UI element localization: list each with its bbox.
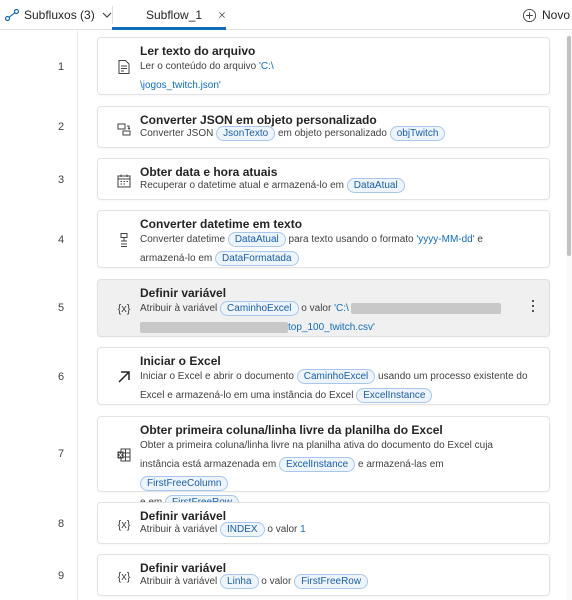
desc-text: armazená-lo em — [140, 253, 216, 264]
more-vertical-icon[interactable] — [527, 298, 539, 314]
action-description: Atribuir à variável CaminhoExcel o valor… — [140, 299, 530, 337]
action-card-convert-json[interactable]: Converter JSON em objeto personalizado C… — [97, 106, 550, 148]
variable-pill[interactable]: ExcelInstance — [278, 457, 356, 472]
desc-text: Converter datetime — [140, 234, 228, 245]
action-description: Atribuir à variável Linha o valor FirstF… — [140, 572, 530, 591]
datetime-text-icon — [120, 233, 128, 247]
desc-text: Excel e armazená-lo em uma instância do … — [140, 390, 357, 401]
desc-text: Atribuir à variável — [140, 576, 221, 587]
step-number: 8 — [57, 518, 65, 530]
variable-pill[interactable]: DataFormatada — [215, 251, 299, 266]
step-number: 7 — [57, 448, 65, 460]
top-bar: Subfluxos (3) Subflow_1 Novo — [0, 0, 572, 30]
file-path-literal: \jogos_twitch.json' — [140, 80, 221, 91]
subflow-icon — [4, 8, 20, 22]
close-icon[interactable] — [218, 9, 226, 21]
calendar-icon — [117, 174, 131, 188]
step-number: 6 — [57, 371, 65, 383]
variable-pill[interactable]: CaminhoExcel — [296, 369, 376, 384]
desc-text: e — [474, 234, 483, 245]
scrollbar-thumb[interactable] — [567, 36, 571, 256]
file-path-literal: 'C:\ — [258, 61, 274, 72]
action-card-read-file[interactable]: Ler texto do arquivo Ler o conteúdo do a… — [97, 37, 550, 95]
subflows-label: Subfluxos (3) — [24, 8, 95, 22]
action-title: Iniciar o Excel — [140, 354, 221, 368]
action-card-first-free-cell[interactable]: Obter primeira coluna/linha livre da pla… — [97, 416, 550, 510]
desc-text: em objeto personalizado — [275, 128, 390, 139]
action-card-set-variable-index[interactable]: {x} Definir variável Atribuir à variável… — [97, 502, 550, 544]
step-number: 3 — [57, 174, 65, 186]
tab-subflow-1[interactable]: Subflow_1 — [128, 0, 226, 30]
step-number: 4 — [57, 234, 65, 246]
variable-pill[interactable]: DataAtual — [346, 178, 405, 193]
desc-text: Obter a primeira coluna/linha livre na p… — [140, 440, 493, 451]
variable-pill[interactable]: Linha — [220, 574, 259, 589]
action-card-set-variable-selected[interactable]: {x} Definir variável Atribuir à variável… — [97, 279, 550, 337]
action-card-launch-excel[interactable]: Iniciar o Excel Iniciar o Excel e abrir … — [97, 347, 550, 405]
redacted-path — [350, 302, 501, 314]
redacted-path — [140, 321, 288, 333]
desc-text: Ler o conteúdo do arquivo — [140, 61, 259, 72]
desc-text: Iniciar o Excel e abrir o documento — [140, 371, 297, 382]
action-title: Converter datetime em texto — [140, 217, 303, 231]
action-description: Atribuir à variável INDEX o valor 1 — [140, 520, 530, 539]
action-description: Obter a primeira coluna/linha livre na p… — [140, 436, 530, 512]
action-title: Definir variável — [140, 286, 227, 300]
file-read-icon — [118, 60, 130, 74]
desc-text: o valor — [264, 524, 301, 535]
desc-text: Atribuir à variável — [140, 524, 221, 535]
action-description: Iniciar o Excel e abrir o documento Cami… — [140, 367, 530, 405]
action-description: Converter datetime DataAtual para texto … — [140, 230, 530, 268]
action-title: Obter primeira coluna/linha livre da pla… — [140, 423, 443, 437]
variable-icon: {x} — [117, 571, 131, 583]
chevron-down-icon — [102, 12, 112, 18]
variable-pill[interactable]: JsonTexto — [216, 126, 276, 141]
variable-icon: {x} — [117, 303, 131, 315]
step-number: 1 — [57, 61, 65, 73]
variable-pill[interactable]: INDEX — [220, 522, 265, 537]
step-number: 5 — [57, 302, 65, 314]
action-card-get-datetime[interactable]: Obter data e hora atuais Recuperar o dat… — [97, 158, 550, 200]
desc-text: Atribuir à variável — [140, 303, 221, 314]
convert-icon — [117, 123, 131, 136]
action-description: Recuperar o datetime atual e armazená-lo… — [140, 176, 530, 195]
file-path-literal: top_100_twitch.csv' — [288, 322, 375, 333]
desc-text: Converter JSON — [140, 128, 217, 139]
variable-pill[interactable]: DataAtual — [227, 232, 286, 247]
tab-label: Subflow_1 — [146, 8, 203, 22]
desc-text: o valor — [298, 303, 335, 314]
desc-text: instância está armazenada em — [140, 459, 279, 470]
format-literal: 'yyyy-MM-dd' — [416, 234, 475, 245]
gutter-line — [77, 31, 78, 600]
variable-pill[interactable]: ExcelInstance — [356, 388, 433, 403]
step-number: 9 — [57, 570, 65, 582]
action-card-datetime-to-text[interactable]: Converter datetime em texto Converter da… — [97, 210, 550, 268]
value-literal: 1 — [300, 524, 306, 535]
excel-icon — [117, 448, 131, 462]
step-number: 2 — [57, 121, 65, 133]
file-path-literal: 'C:\ — [334, 303, 349, 314]
action-description: Converter JSON JsonTexto em objeto perso… — [140, 124, 530, 143]
action-title: Ler texto do arquivo — [140, 44, 256, 58]
desc-text: para texto usando o formato — [285, 234, 417, 245]
variable-pill[interactable]: CaminhoExcel — [220, 301, 299, 316]
desc-text: usando um processo existente do — [375, 371, 528, 382]
launch-arrow-icon — [118, 371, 130, 383]
new-label: Novo — [541, 8, 570, 22]
desc-text: Recuperar o datetime atual e armazená-lo… — [140, 180, 347, 191]
variable-icon: {x} — [117, 519, 131, 531]
action-description: Ler o conteúdo do arquivo 'C:\ \jogos_twi… — [140, 57, 530, 95]
new-subflow-button[interactable]: Novo — [522, 0, 570, 30]
active-tab-indicator — [112, 27, 226, 30]
desc-text: e armazená-las em — [355, 459, 444, 470]
action-card-set-variable-linha[interactable]: {x} Definir variável Atribuir à variável… — [97, 554, 550, 596]
desc-text: o valor — [258, 576, 295, 587]
tab-divider — [112, 6, 113, 24]
subflows-dropdown[interactable]: Subfluxos (3) — [4, 0, 113, 30]
variable-pill[interactable]: FirstFreeColumn — [140, 476, 229, 491]
plus-circle-icon — [522, 8, 537, 22]
variable-pill[interactable]: FirstFreeRow — [294, 574, 369, 589]
variable-pill[interactable]: objTwitch — [389, 126, 446, 141]
